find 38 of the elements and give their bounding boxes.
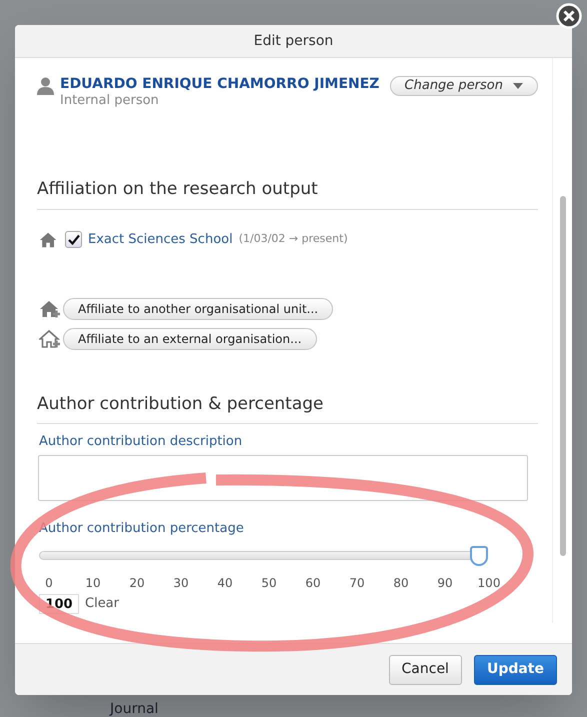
update-button[interactable]: Update [474,654,557,684]
cancel-button[interactable]: Cancel [388,654,462,684]
percentage-field[interactable]: 100 [39,594,79,614]
scrollbar[interactable] [560,196,566,556]
caret-icon [513,83,523,89]
tick-label: 70 [348,575,366,592]
slider-thumb[interactable] [470,546,488,566]
person-name[interactable]: EDUARDO ENRIQUE CHAMORRO JIMENEZ [60,75,390,93]
affiliate-button[interactable]: Affiliate to another organisational unit... [63,298,334,320]
background-text: Journal [110,700,158,717]
section-heading: Affiliation on the research output [37,177,538,210]
section-heading: Author contribution & percentage [37,392,538,424]
dialog-title: Edit person [15,25,572,58]
tick-label: 30 [172,575,190,592]
house-plus-icon [39,328,61,348]
tick-label: 10 [84,575,102,592]
clear-link[interactable]: Clear [85,594,119,614]
tick-label: 40 [216,575,234,592]
checkbox[interactable] [65,231,82,248]
tick-label: 60 [304,575,322,592]
checkmark-icon [68,234,80,245]
description-field[interactable] [38,454,528,500]
tick-label: 100 [476,575,502,592]
person-icon [37,77,54,95]
unit-link[interactable]: Exact Sciences School [88,230,233,250]
tick-label: 80 [392,575,410,592]
affiliate-button[interactable]: Affiliate to an external organisation... [63,328,317,350]
tick-label: 90 [436,575,454,592]
tick-label: 50 [260,575,278,592]
close-icon[interactable] [556,3,582,29]
field-label: Author contribution percentage [39,520,245,538]
field-label: Author contribution description [39,433,244,451]
change-person-button[interactable]: Change person [390,76,538,96]
tick-label: 20 [128,575,146,592]
house-plus-icon [39,298,61,318]
tick-label: 0 [44,575,54,592]
person-type: Internal person [60,93,160,108]
unit-period: (1/03/02 → present) [238,231,348,248]
